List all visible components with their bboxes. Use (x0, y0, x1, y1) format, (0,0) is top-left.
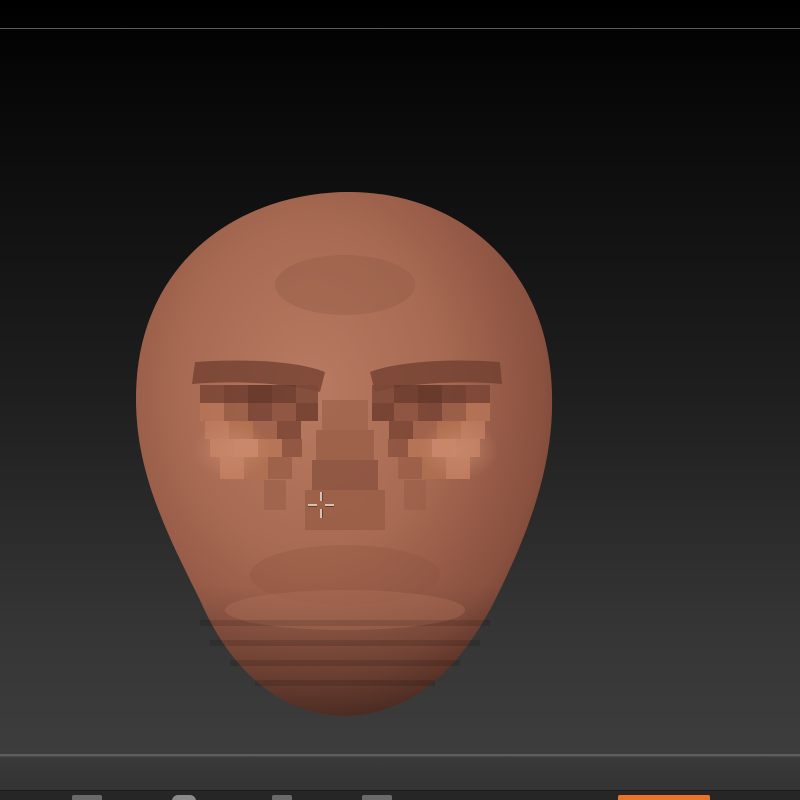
forehead-shading (275, 255, 415, 315)
tool-icon[interactable] (72, 795, 102, 800)
sphere-icon[interactable] (172, 795, 196, 800)
bottom-shelf (0, 790, 800, 800)
right-cheek-highlight (418, 420, 498, 480)
zbrush-window (0, 0, 800, 800)
sculpt-model[interactable] (0, 0, 800, 756)
stroke-icon[interactable] (362, 795, 392, 800)
brush-icon[interactable] (272, 795, 292, 800)
left-cheek-highlight (192, 420, 272, 480)
canvas-viewport[interactable] (0, 0, 800, 756)
edit-icon[interactable] (618, 795, 710, 800)
bottom-tray (0, 756, 800, 791)
